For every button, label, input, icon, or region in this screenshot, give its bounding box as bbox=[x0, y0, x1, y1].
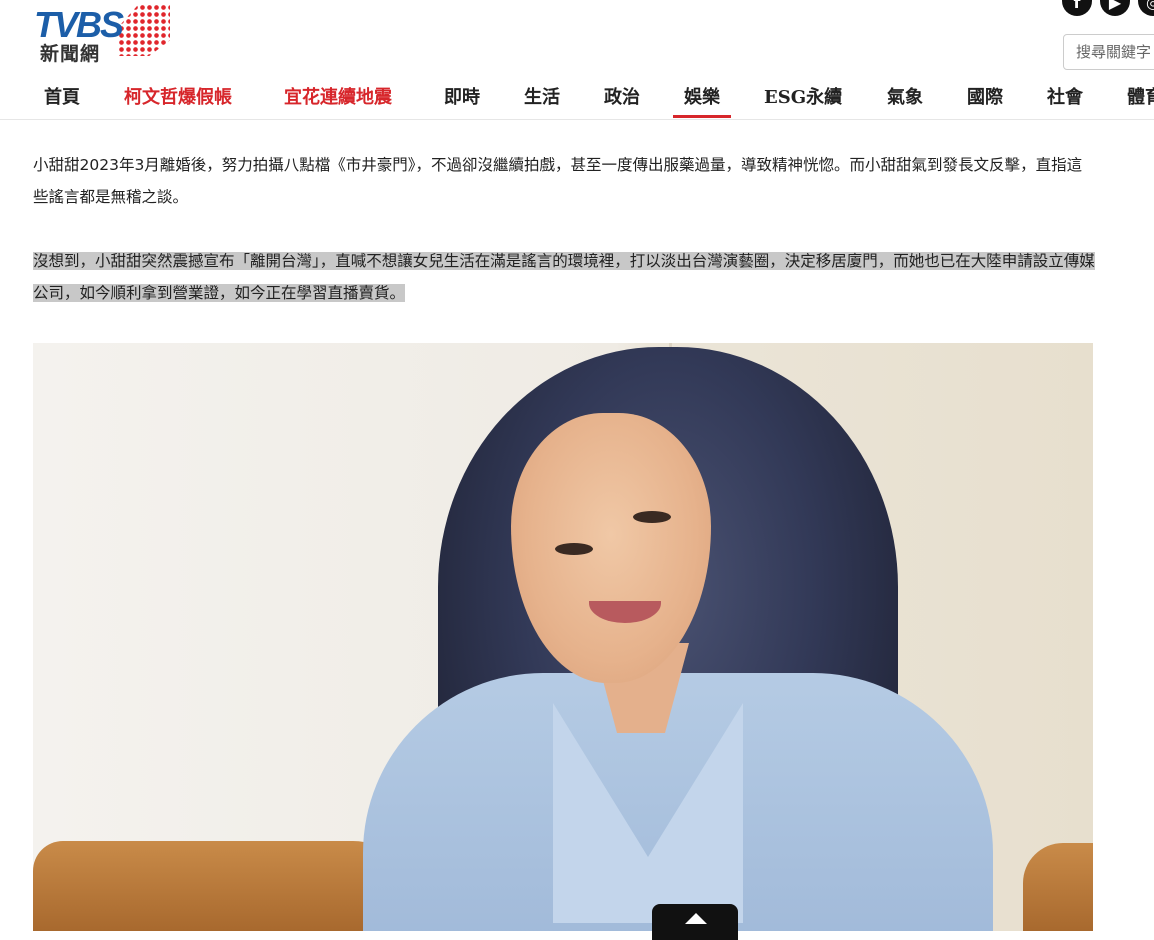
eye bbox=[555, 543, 593, 555]
nav-item-society[interactable]: 社會 bbox=[1047, 83, 1083, 119]
nav-item-politics[interactable]: 政治 bbox=[604, 83, 640, 119]
sofa bbox=[33, 841, 413, 931]
search-input[interactable] bbox=[1063, 34, 1154, 70]
line-icon[interactable]: ◎ bbox=[1138, 0, 1154, 16]
main-nav: 首頁 柯文哲爆假帳 宜花連續地震 即時 生活 政治 娛樂 ESG永續 氣象 國際… bbox=[0, 83, 1154, 119]
nav-item-realtime[interactable]: 即時 bbox=[444, 83, 480, 119]
selected-text: 沒想到，小甜甜突然震撼宣布「離開台灣」，直喊不想讓女兒生活在滿是謠言的環境裡，打… bbox=[33, 252, 1095, 302]
article-paragraph: 小甜甜2023年3月離婚後，努力拍攝八點檔《市井豪門》，不過卻沒繼續拍戲，甚至一… bbox=[33, 156, 1083, 206]
facebook-icon[interactable]: f bbox=[1062, 0, 1092, 16]
header-divider bbox=[0, 119, 1154, 120]
nav-item-topic-earthquake[interactable]: 宜花連續地震 bbox=[284, 83, 392, 119]
nav-item-topic-ko[interactable]: 柯文哲爆假帳 bbox=[124, 83, 232, 119]
logo-text: TVBS bbox=[34, 4, 124, 45]
tvbs-logo[interactable]: TVBS 新聞網 bbox=[34, 4, 170, 70]
nav-item-home[interactable]: 首頁 bbox=[44, 83, 80, 119]
nav-item-sports[interactable]: 體育 bbox=[1127, 83, 1154, 119]
site-header: TVBS 新聞網 f ▶ ◎ 首頁 柯文哲爆假帳 宜花連續地震 即時 生活 政治… bbox=[0, 0, 1154, 120]
nav-item-weather[interactable]: 氣象 bbox=[887, 83, 923, 119]
article-paragraph-highlighted: 沒想到，小甜甜突然震撼宣布「離開台灣」，直喊不想讓女兒生活在滿是謠言的環境裡，打… bbox=[33, 245, 1095, 309]
nav-item-esg[interactable]: ESG永續 bbox=[764, 83, 842, 119]
scroll-to-top-button[interactable] bbox=[652, 904, 738, 940]
nav-item-international[interactable]: 國際 bbox=[967, 83, 1003, 119]
nav-item-entertainment[interactable]: 娛樂 bbox=[673, 83, 731, 119]
article-photo bbox=[33, 343, 1093, 931]
arrow-up-icon bbox=[685, 913, 707, 924]
nav-item-life[interactable]: 生活 bbox=[524, 83, 560, 119]
logo-subtitle: 新聞網 bbox=[40, 43, 101, 65]
youtube-icon[interactable]: ▶ bbox=[1100, 0, 1130, 16]
logo-dots-icon bbox=[118, 4, 170, 56]
eye bbox=[633, 511, 671, 523]
